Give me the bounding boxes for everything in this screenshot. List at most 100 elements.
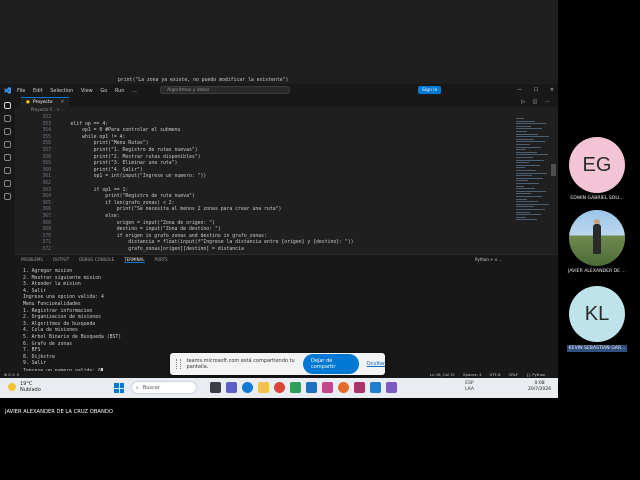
code-line: grafo_zonas[origen][destino] = distancia	[59, 247, 244, 252]
drag-handle-icon[interactable]	[176, 359, 181, 369]
menu-file[interactable]: File	[17, 88, 25, 94]
line-number: 360	[42, 167, 51, 173]
app-icon-3[interactable]	[386, 382, 397, 393]
word-icon[interactable]	[306, 382, 317, 393]
participant-tile-kevin[interactable]: KL KEVIN SEBASTIAN GAR...	[556, 286, 638, 352]
input-language[interactable]: ESP LAA	[465, 381, 474, 393]
line-number: 370	[42, 233, 51, 239]
maximize-icon[interactable]: ☐	[534, 87, 538, 93]
weather-widget[interactable]: 19°C Nublado	[8, 381, 41, 393]
remote-icon[interactable]	[4, 180, 11, 187]
tab-terminal[interactable]: TERMINAL	[124, 257, 145, 263]
code-line: if origen in grafo_zonas and destino in …	[59, 233, 267, 239]
split-editor-icon[interactable]: ◫	[533, 99, 538, 105]
line-number: 353	[42, 121, 51, 127]
minimap[interactable]	[512, 114, 558, 254]
line-number: 368	[42, 220, 51, 226]
terminal-tools[interactable]: Python + v ...	[475, 257, 502, 262]
minimap-line	[516, 138, 534, 140]
participant-tile-edwin[interactable]: EG EDWIN GABRIEL SOLI...	[556, 137, 638, 201]
tab-debug-console[interactable]: DEBUG CONSOLE	[79, 257, 114, 263]
search-icon[interactable]	[4, 115, 11, 122]
menu-more[interactable]: ...	[132, 88, 137, 94]
stop-sharing-button[interactable]: Dejar de compartir	[303, 354, 359, 374]
tab-proyecto[interactable]: ● Proyecto ✕	[21, 97, 70, 107]
status-problems[interactable]: ⊗ 0 ⚠ 0	[4, 372, 19, 377]
status-right: Ln 16, Col 31 Spaces: 4 UTF-8 CRLF {} Py…	[430, 372, 545, 377]
app-icon-2[interactable]	[354, 382, 365, 393]
close-icon[interactable]: ✕	[550, 87, 554, 93]
vscode-window: File Edit Selection View Go Run ... Algo…	[0, 84, 558, 378]
clock-date: 20/7/2026	[528, 387, 552, 392]
tab-close-icon[interactable]: ✕	[61, 100, 65, 105]
avatar: EG	[569, 137, 625, 193]
minimap-line	[516, 193, 531, 195]
line-number: 372	[42, 247, 51, 252]
status-encoding[interactable]: UTF-8	[490, 372, 501, 377]
task-view-icon[interactable]	[210, 382, 221, 393]
tab-ports[interactable]: PORTS	[155, 257, 168, 263]
code-line: op1 = 0 #Para controlar el submenu	[59, 128, 181, 134]
weather-condition: Nublado	[20, 387, 41, 393]
firefox-icon[interactable]	[338, 382, 349, 393]
source-control-icon[interactable]	[4, 128, 11, 135]
explorer-icon[interactable]	[4, 102, 11, 109]
menu-run[interactable]: Run	[115, 88, 125, 94]
menu-selection[interactable]: Selection	[50, 88, 73, 94]
terminal-line: 5. Arbol Binario de Busqueda (BST)	[23, 334, 122, 340]
status-cursor-position[interactable]: Ln 16, Col 31	[430, 372, 455, 377]
menu-edit[interactable]: Edit	[33, 88, 43, 94]
app-icon[interactable]	[322, 382, 333, 393]
tab-output[interactable]: OUTPUT	[53, 257, 69, 263]
minimap-line	[516, 177, 543, 179]
taskbar-search-label: Buscar	[142, 384, 160, 391]
vscode-taskbar-icon[interactable]	[370, 382, 381, 393]
minimize-icon[interactable]: —	[517, 87, 522, 93]
minimap-line	[516, 185, 524, 187]
command-center-search[interactable]: Algoritmos y datos	[160, 86, 290, 94]
file-explorer-icon[interactable]	[258, 382, 269, 393]
run-file-icon[interactable]: ▷	[521, 99, 525, 105]
minimap-line	[516, 172, 547, 174]
extensions-icon[interactable]	[4, 154, 11, 161]
line-number: 362	[42, 181, 51, 186]
line-number: 355	[42, 134, 51, 140]
breadcrumb[interactable]: Proyecto Y... > ...	[15, 107, 531, 114]
run-debug-icon[interactable]	[4, 141, 11, 148]
editor-tabs: ● Proyecto ✕ ▷ ◫ ⋯	[15, 97, 558, 107]
minimap-line	[516, 154, 548, 156]
participant-tile-javier[interactable]: JAVIER ALEXANDER DE ...	[556, 210, 638, 274]
tab-label: Proyecto	[32, 100, 53, 105]
terminal-line: Ingrese una opcion valida: 4	[23, 295, 104, 301]
menu-view[interactable]: View	[81, 88, 93, 94]
minimap-line	[516, 180, 528, 182]
system-clock[interactable]: 0:08 20/7/2026	[528, 381, 551, 393]
minimap-line	[516, 118, 524, 119]
windows-start-icon[interactable]	[114, 383, 124, 393]
menu-go[interactable]: Go	[100, 88, 107, 94]
status-language[interactable]: {} Python	[526, 372, 545, 377]
teams-icon[interactable]	[226, 382, 237, 393]
status-eol[interactable]: CRLF	[509, 372, 519, 377]
code-line: print("Registro de ruta nueva")	[59, 194, 195, 200]
status-indent[interactable]: Spaces: 4	[463, 372, 481, 377]
testing-icon[interactable]	[4, 167, 11, 174]
hide-share-bar-link[interactable]: Ocultar	[367, 361, 385, 367]
code-line: print("4. Salir")	[59, 167, 143, 173]
tab-problems[interactable]: PROBLEMS	[21, 257, 43, 263]
edge-icon[interactable]	[242, 382, 253, 393]
code-line: op1 = int(input("Ingrese un numero: "))	[59, 174, 207, 180]
minimap-line	[516, 209, 545, 210]
store-icon[interactable]	[290, 382, 301, 393]
minimap-line	[516, 164, 540, 166]
line-number: 356	[42, 141, 51, 147]
more-actions-icon[interactable]: ⋯	[545, 99, 550, 105]
taskbar-search[interactable]: ⌕ Buscar	[131, 381, 197, 394]
sign-in-button[interactable]: Sign In	[418, 86, 442, 94]
python-icon[interactable]	[4, 193, 11, 200]
activity-bar	[0, 97, 15, 371]
code-editor[interactable]: 352 353 elif op == 4: 354 op1 = 0 #Para co…	[15, 114, 512, 254]
chrome-icon[interactable]	[274, 382, 285, 393]
presenter-name: JAVIER ALEXANDER DE LA CRUZ OBANDO	[5, 409, 113, 415]
line-number: 354	[42, 128, 51, 134]
